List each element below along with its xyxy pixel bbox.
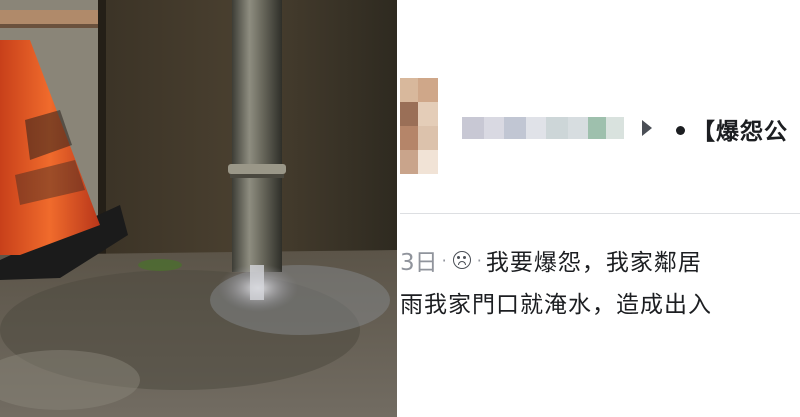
- post-screenshot: 【爆怨公 3日 · · 我要爆怨，我家鄰居 雨我家門口就淹水，造成出入: [400, 0, 800, 417]
- blurred-username[interactable]: [462, 117, 624, 139]
- bullet-dot-icon: [676, 126, 685, 135]
- meta-separator: ·: [441, 250, 447, 270]
- drainpipe-photo: [0, 0, 397, 417]
- triangle-right-icon: [642, 120, 652, 136]
- group-title[interactable]: 【爆怨公: [692, 112, 788, 146]
- post-meta: 3日 · · 我要爆怨，我家鄰居: [400, 244, 702, 276]
- meta-separator: ·: [476, 250, 482, 270]
- post-body-line-2: 雨我家門口就淹水，造成出入: [400, 292, 712, 318]
- drainpipe-photo-illustration: [0, 0, 397, 417]
- composite-image: 【爆怨公 3日 · · 我要爆怨，我家鄰居 雨我家門口就淹水，造成出入: [0, 0, 800, 417]
- post-date[interactable]: 3日: [400, 243, 438, 277]
- emoji-face-icon[interactable]: [452, 251, 471, 269]
- blurred-avatar: [400, 78, 438, 174]
- post-body-line-1: 我要爆怨，我家鄰居: [485, 250, 702, 276]
- header-separator: [400, 213, 800, 214]
